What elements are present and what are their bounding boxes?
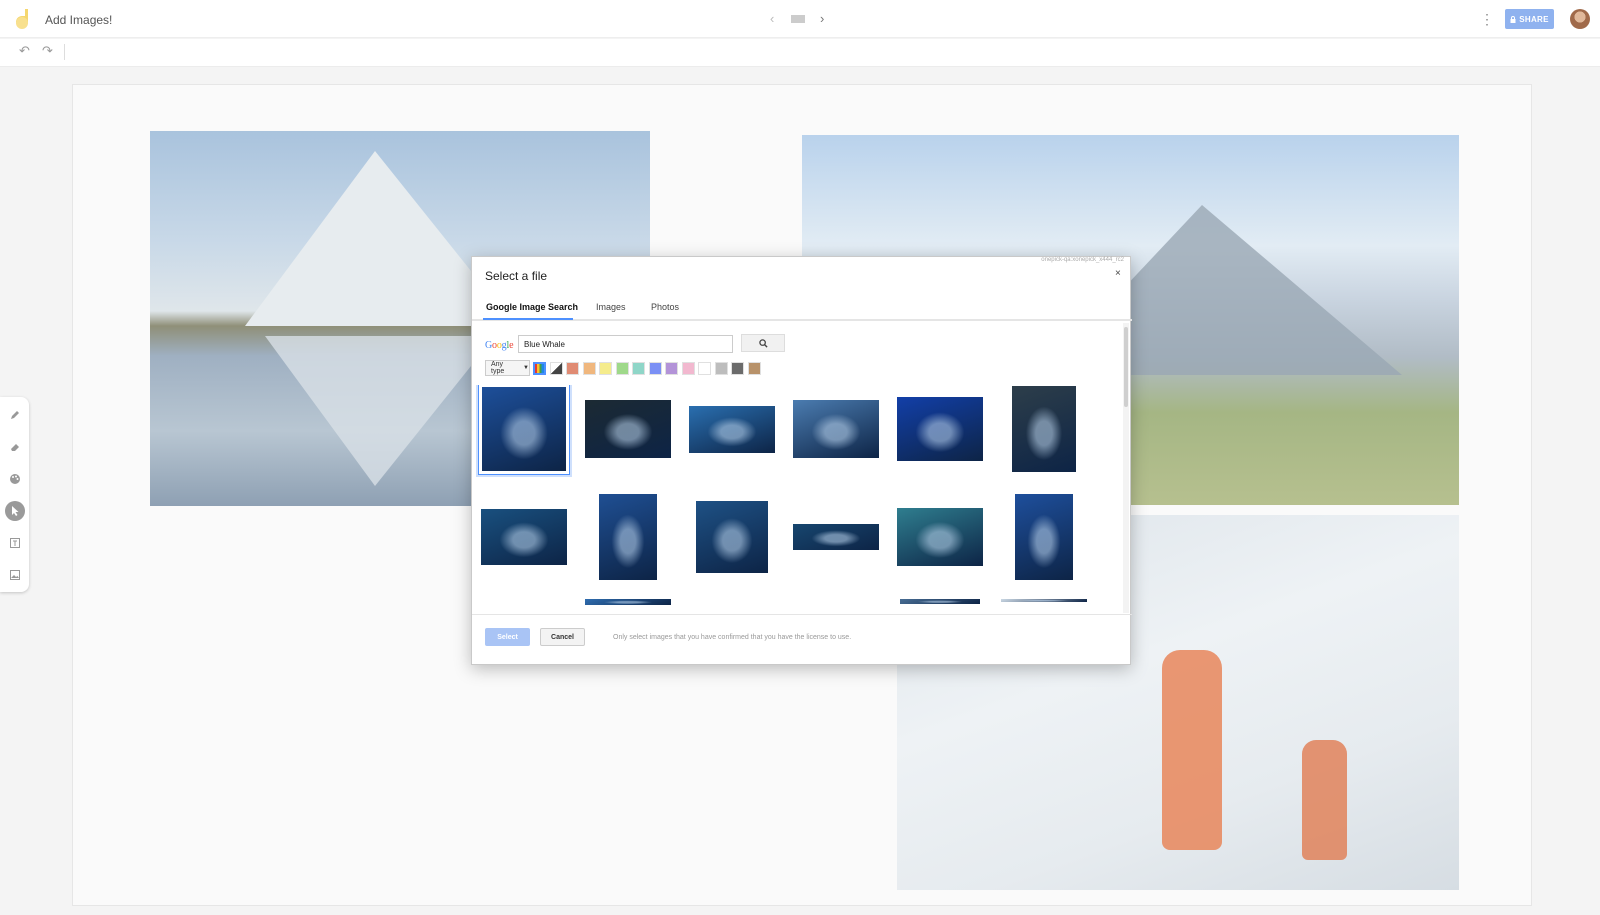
dialog-tabs: Google Image Search Images Photos [472,295,1132,321]
tab-google-image-search[interactable]: Google Image Search [486,302,578,312]
tab-images[interactable]: Images [596,302,626,312]
cursor-icon[interactable] [5,501,25,521]
blue-whale-image [900,599,980,604]
top-bar: Add Images! ‹ › ⋮ SHARE [0,0,1600,38]
image-search-bar: Google [485,335,785,355]
image-result-thumbnail[interactable] [790,491,882,583]
blue-whale-image [689,405,775,453]
type-filter-label: Any type [491,361,505,375]
text-box-icon[interactable] [5,533,25,553]
page-thumbnail[interactable] [791,15,805,23]
color-filter-swatch[interactable] [549,362,563,375]
image-result-thumbnail[interactable] [790,385,882,475]
page-navigator: ‹ › [770,11,830,27]
build-label: onepick-qa:xonepick_x444_rc2 [1041,257,1124,263]
google-logo-letter: G [485,340,493,351]
image-result-thumbnail[interactable] [478,385,570,475]
image-results-grid [472,385,1122,609]
close-icon[interactable]: × [1115,268,1121,279]
blue-whale-image [897,397,983,461]
google-logo-letter: e [509,340,514,351]
color-filter-swatch[interactable] [582,362,596,375]
license-note: Only select images that you have confirm… [613,634,852,641]
climber-figure [1162,650,1222,850]
image-result-thumbnail[interactable] [894,599,986,609]
color-filter-swatch[interactable] [615,362,629,375]
eraser-icon[interactable] [5,437,25,457]
color-filter-swatch[interactable] [632,362,645,375]
color-filter-swatch[interactable] [731,362,744,375]
avatar[interactable] [1570,9,1590,29]
mountain-reflection-shape [265,336,495,486]
image-result-thumbnail[interactable] [998,385,1090,475]
image-icon[interactable] [5,565,25,585]
image-result-thumbnail[interactable] [582,599,674,609]
search-icon [758,338,768,348]
search-button[interactable] [741,334,785,352]
color-filter-swatch[interactable] [681,362,695,375]
lock-icon [1510,15,1516,23]
image-result-thumbnail[interactable] [582,385,674,475]
blue-whale-image [585,400,671,458]
share-button[interactable]: SHARE [1505,9,1554,29]
color-filter-swatch[interactable] [698,362,711,375]
dialog-footer: Select Cancel Only select images that yo… [472,614,1132,666]
edit-toolbar: ↶ ↷ [0,39,1600,67]
image-search-input[interactable] [518,335,733,353]
blue-whale-image [897,508,983,566]
results-scrollbar[interactable] [1123,323,1129,613]
color-filter-swatch[interactable] [648,362,662,375]
image-result-thumbnail[interactable] [686,385,778,475]
dialog-title: Select a file [485,269,548,283]
image-result-thumbnail[interactable] [998,599,1090,609]
blue-whale-image [1015,494,1073,580]
undo-icon[interactable]: ↶ [19,43,30,59]
image-result-thumbnail[interactable] [894,491,986,583]
blue-whale-image [793,400,879,458]
type-filter-select[interactable]: Any type ▼ [485,360,530,376]
cancel-button[interactable]: Cancel [540,628,585,646]
image-result-thumbnail[interactable] [582,491,674,583]
share-label: SHARE [1519,14,1549,24]
color-filter-swatch[interactable] [533,362,546,375]
color-filter-swatch[interactable] [747,362,761,375]
color-filter-swatch[interactable] [566,362,579,375]
blue-whale-image [696,501,768,573]
blue-whale-image [793,524,879,550]
chevron-left-icon[interactable]: ‹ [770,11,774,26]
image-result-thumbnail[interactable] [686,491,778,583]
tab-photos[interactable]: Photos [651,302,679,312]
blue-whale-image [482,387,566,471]
palette-icon[interactable] [5,469,25,489]
color-filter-swatch[interactable] [599,362,612,375]
climber-figure [1302,740,1347,860]
blue-whale-image [1001,599,1087,602]
chevron-down-icon: ▼ [523,365,529,371]
image-result-thumbnail[interactable] [998,491,1090,583]
app-logo-icon[interactable] [14,8,34,32]
blue-whale-image [1012,386,1076,472]
select-button[interactable]: Select [485,628,530,646]
toolbar-divider [64,44,65,60]
google-logo: Google [485,340,514,351]
search-filters: Any type ▼ [485,360,785,376]
redo-icon[interactable]: ↷ [42,43,53,59]
blue-whale-image [481,509,567,565]
file-picker-dialog: onepick-qa:xonepick_x444_rc2 Select a fi… [471,256,1132,666]
blue-whale-image [599,494,657,580]
image-result-thumbnail[interactable] [894,385,986,475]
active-tab-indicator [483,318,573,320]
color-filter-swatch[interactable] [714,362,728,375]
chevron-right-icon[interactable]: › [820,11,824,26]
document-title[interactable]: Add Images! [45,13,112,27]
tool-palette [0,397,29,592]
more-options-icon[interactable]: ⋮ [1480,10,1494,28]
color-filter-swatch[interactable] [665,362,678,375]
blue-whale-image [585,599,671,605]
image-result-thumbnail[interactable] [478,491,570,583]
scrollbar-thumb[interactable] [1124,327,1128,407]
pen-icon[interactable] [5,405,25,425]
